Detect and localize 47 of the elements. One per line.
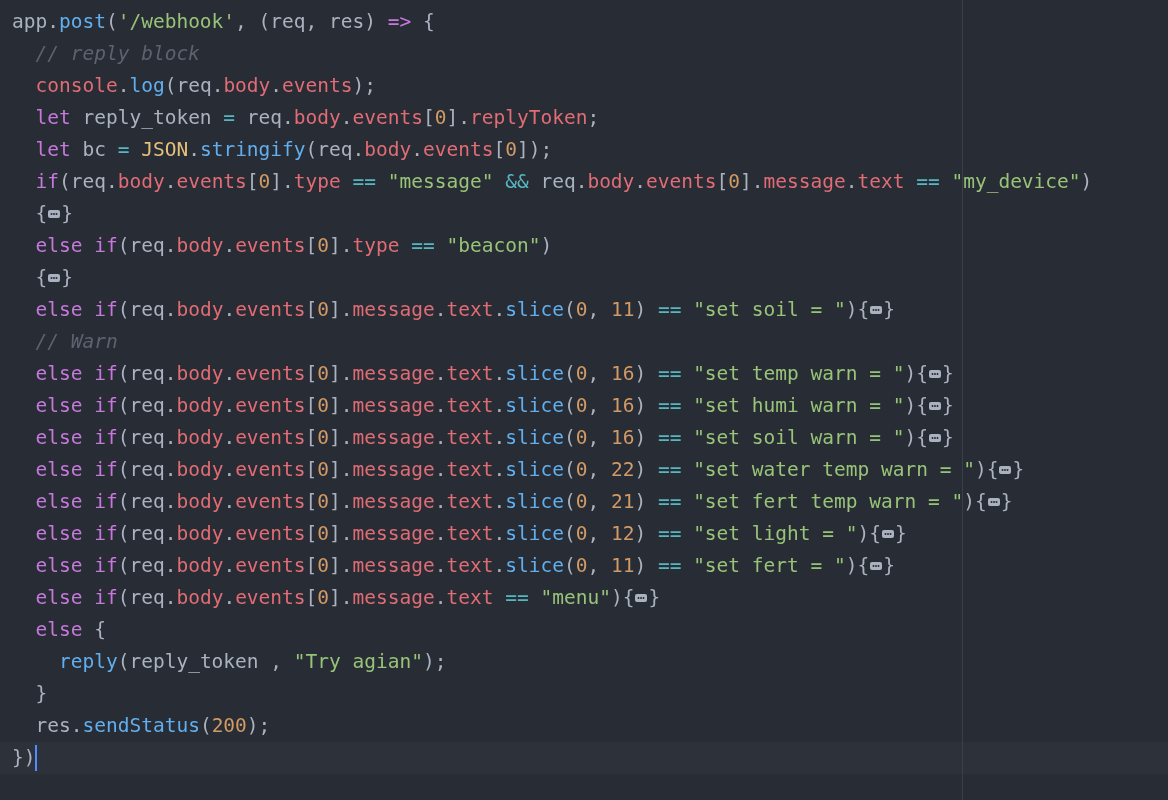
collapsed-code-button[interactable]	[927, 399, 942, 413]
code-text: console.log(req.body.events);	[35, 73, 377, 99]
code-text: else if(req.body.events[0].message.text.slice(0, 11) == "set fert = "){	[35, 553, 870, 579]
code-text: app.post('/webhook', (req, res) => {	[12, 9, 435, 35]
code-text: if(req.body.events[0].type == "message" && req.body.events[0].message.text == "my_device")	[35, 169, 1093, 195]
collapsed-code-button[interactable]	[47, 271, 62, 285]
code-text: }	[35, 681, 48, 707]
code-text: else if(req.body.events[0].message.text.slice(0, 21) == "set fert temp warn = "){	[35, 489, 987, 515]
code-text: else if(req.body.events[0].message.text == "menu"){	[35, 585, 635, 611]
code-text: else if(req.body.events[0].message.text.slice(0, 16) == "set soil warn = "){	[35, 425, 928, 451]
collapsed-code-button[interactable]	[927, 431, 942, 445]
code-text: let reply_token = req.body.events[0].replyToken;	[35, 105, 600, 131]
collapsed-code-button[interactable]	[881, 527, 895, 541]
code-text: else if(req.body.events[0].message.text.slice(0, 22) == "set water temp warn = "){	[35, 457, 999, 483]
collapsed-code-button[interactable]	[869, 559, 884, 573]
code-text: else if(req.body.events[0].message.text.slice(0, 16) == "set humi warn = "){	[35, 393, 928, 419]
code-text: }	[941, 425, 954, 451]
code-text: }	[883, 553, 895, 579]
collapsed-code-button[interactable]	[869, 303, 884, 317]
code-text: }	[883, 297, 895, 323]
code-text: let bc = JSON.stringify(req.body.events[0]);	[35, 137, 553, 163]
text-cursor	[35, 745, 38, 771]
code-text: res.sendStatus(200);	[35, 713, 271, 739]
code-text: }	[941, 393, 954, 419]
code-text: }	[61, 201, 73, 227]
code-text: {	[35, 265, 48, 291]
collapsed-code-button[interactable]	[927, 367, 942, 381]
code-text: else if(req.body.events[0].message.text.slice(0, 16) == "set temp warn = "){	[35, 361, 928, 387]
code-text: }	[61, 265, 73, 291]
code-text: reply(reply_token , "Try agian");	[59, 649, 447, 675]
code-text: {	[35, 201, 48, 227]
code-text: }	[895, 521, 907, 547]
code-text: }	[1000, 489, 1013, 515]
code-text: else if(req.body.events[0].message.text.slice(0, 12) == "set light = "){	[35, 521, 881, 547]
code-text: }	[648, 585, 661, 611]
code-text: else {	[35, 617, 106, 643]
code-text: }	[941, 361, 954, 387]
collapsed-code-button[interactable]	[998, 463, 1013, 477]
collapsed-code-button[interactable]	[986, 495, 1001, 509]
code-text: }	[1012, 457, 1025, 483]
code-text: else if(req.body.events[0].type == "beacon")	[35, 233, 553, 259]
code-text: else if(req.body.events[0].message.text.slice(0, 11) == "set soil = "){	[35, 297, 870, 323]
code-comment: // reply block	[35, 41, 200, 67]
collapsed-code-button[interactable]	[634, 591, 649, 605]
collapsed-code-button[interactable]	[47, 207, 62, 221]
code-text: })	[12, 745, 36, 771]
code-comment: // Warn	[35, 329, 118, 355]
